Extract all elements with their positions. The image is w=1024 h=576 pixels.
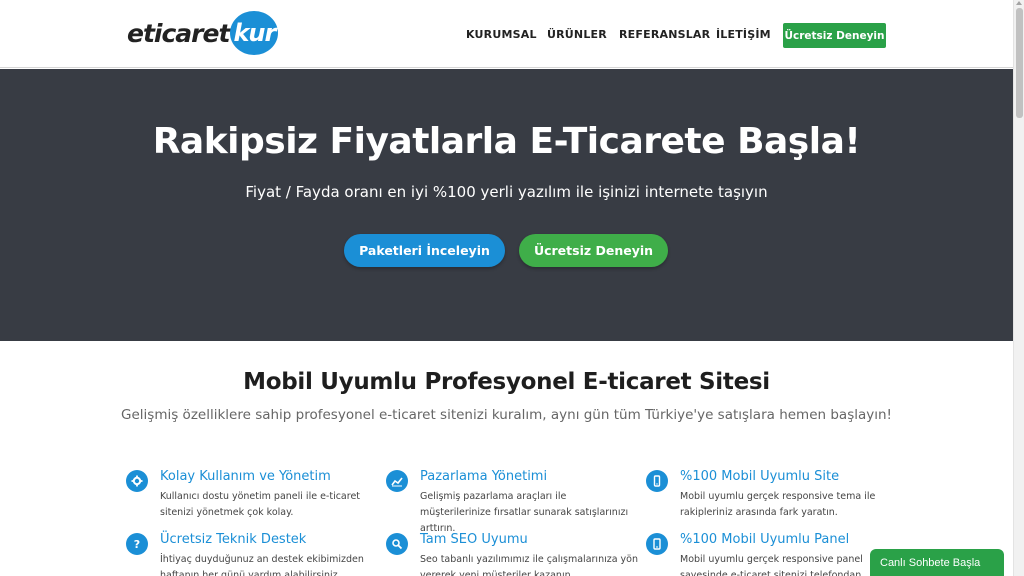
hero-free-trial-button[interactable]: Ücretsiz Deneyin	[519, 234, 668, 267]
feature-title: Ücretsiz Teknik Destek	[160, 532, 307, 547]
nav-referanslar[interactable]: REFERANSLAR	[619, 28, 710, 41]
section-title: Mobil Uyumlu Profesyonel E-ticaret Sites…	[243, 369, 770, 395]
feature-title: %100 Mobil Uyumlu Site	[680, 469, 840, 484]
search-icon	[386, 533, 408, 555]
gear-icon	[126, 470, 148, 492]
nav-iletisim[interactable]: İLETİŞİM	[716, 28, 771, 41]
nav-urunler[interactable]: ÜRÜNLER	[547, 28, 607, 41]
feature-title: %100 Mobil Uyumlu Panel	[680, 532, 850, 547]
chart-icon	[386, 470, 408, 492]
feature-description: Gelişmiş pazarlama araçları ile müşteril…	[420, 491, 629, 534]
feature-description: Mobil uyumlu gerçek responsive tema ile …	[680, 491, 876, 518]
feature-title: Pazarlama Yönetimi	[420, 469, 548, 484]
logo-badge: kur	[230, 11, 279, 55]
feature-title: Kolay Kullanım ve Yönetim	[160, 469, 331, 484]
feature-description: Mobil uyumlu gerçek responsive panel say…	[680, 554, 863, 576]
tablet-icon	[646, 533, 668, 555]
scroll-thumb[interactable]	[1016, 8, 1023, 118]
page-scrollbar[interactable]	[1013, 0, 1024, 576]
header-free-trial-button[interactable]: Ücretsiz Deneyin	[783, 23, 886, 48]
question-icon: ?	[126, 533, 148, 555]
nav-kurumsal[interactable]: KURUMSAL	[466, 28, 537, 41]
logo-text: eticaret	[127, 18, 230, 48]
site-logo[interactable]: eticaret kur	[127, 11, 279, 55]
hero-title: Rakipsiz Fiyatlarla E-Ticarete Başla!	[152, 121, 861, 162]
mobile-icon	[646, 470, 668, 492]
view-packages-button[interactable]: Paketleri İnceleyin	[344, 234, 505, 267]
feature-description: İhtiyaç duyduğunuz an destek ekibimizden…	[160, 554, 364, 576]
site-header: eticaret kur KURUMSAL ÜRÜNLER REFERANSLA…	[0, 0, 1013, 68]
section-subtitle: Gelişmiş özelliklere sahip profesyonel e…	[121, 407, 892, 423]
feature-description: Kullanıcı dostu yönetim paneli ile e-tic…	[160, 491, 361, 518]
hero-banner: Rakipsiz Fiyatlarla E-Ticarete Başla! Fi…	[0, 69, 1013, 341]
scroll-up-arrow-icon[interactable]	[1016, 1, 1022, 5]
feature-title: Tam SEO Uyumu	[420, 532, 528, 547]
live-chat-button[interactable]: Canlı Sohbete Başla	[870, 549, 1004, 576]
hero-subtitle: Fiyat / Fayda oranı en iyi %100 yerli ya…	[245, 183, 768, 201]
feature-description: Seo tabanlı yazılımımız ile çalışmaların…	[420, 554, 639, 576]
